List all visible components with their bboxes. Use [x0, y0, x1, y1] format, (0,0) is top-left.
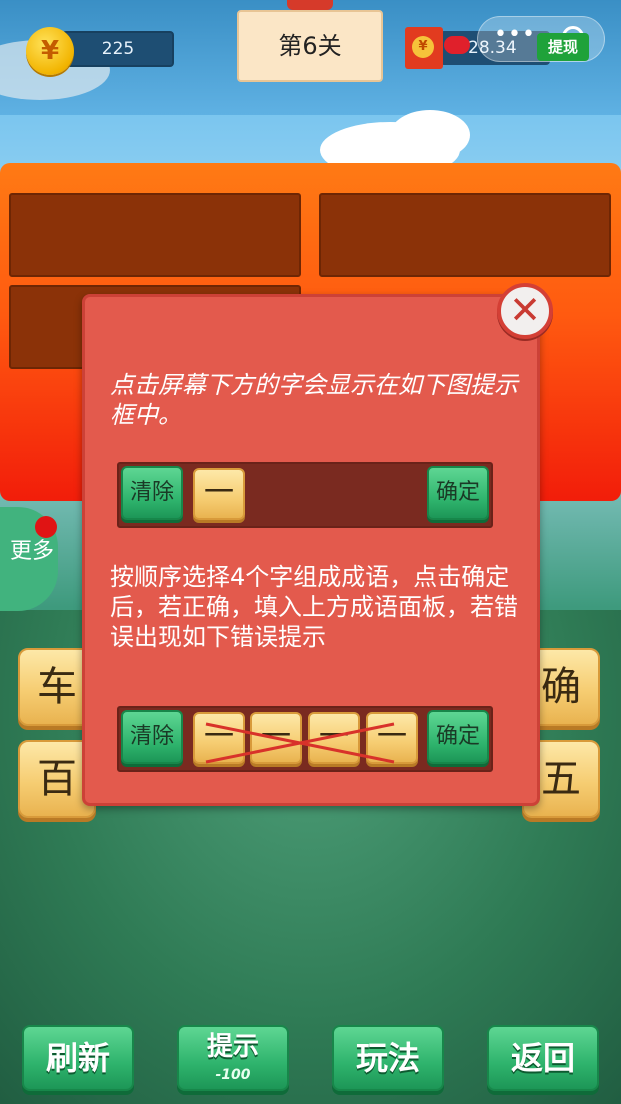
error-cross-icon	[205, 722, 395, 764]
demo-confirm-button: 确定	[427, 466, 489, 520]
demo-char-tile: 一	[193, 468, 245, 520]
dialog-instruction-2: 按顺序选择4个字组成成语，点击确定后，若正确，填入上方成语面板，若错误出现如下错…	[110, 563, 518, 651]
dialog-instruction-1: 点击屏幕下方的字会显示在如下图提示框中。	[110, 371, 518, 429]
close-icon[interactable]: ✕	[497, 283, 553, 339]
modal-overlay: 点击屏幕下方的字会显示在如下图提示框中。 清除 一 确定 按顺序选择4个字组成成…	[0, 0, 621, 1104]
demo-clear-button: 清除	[121, 466, 183, 520]
demo-clear-button: 清除	[121, 710, 183, 764]
demo-confirm-button: 确定	[427, 710, 489, 764]
